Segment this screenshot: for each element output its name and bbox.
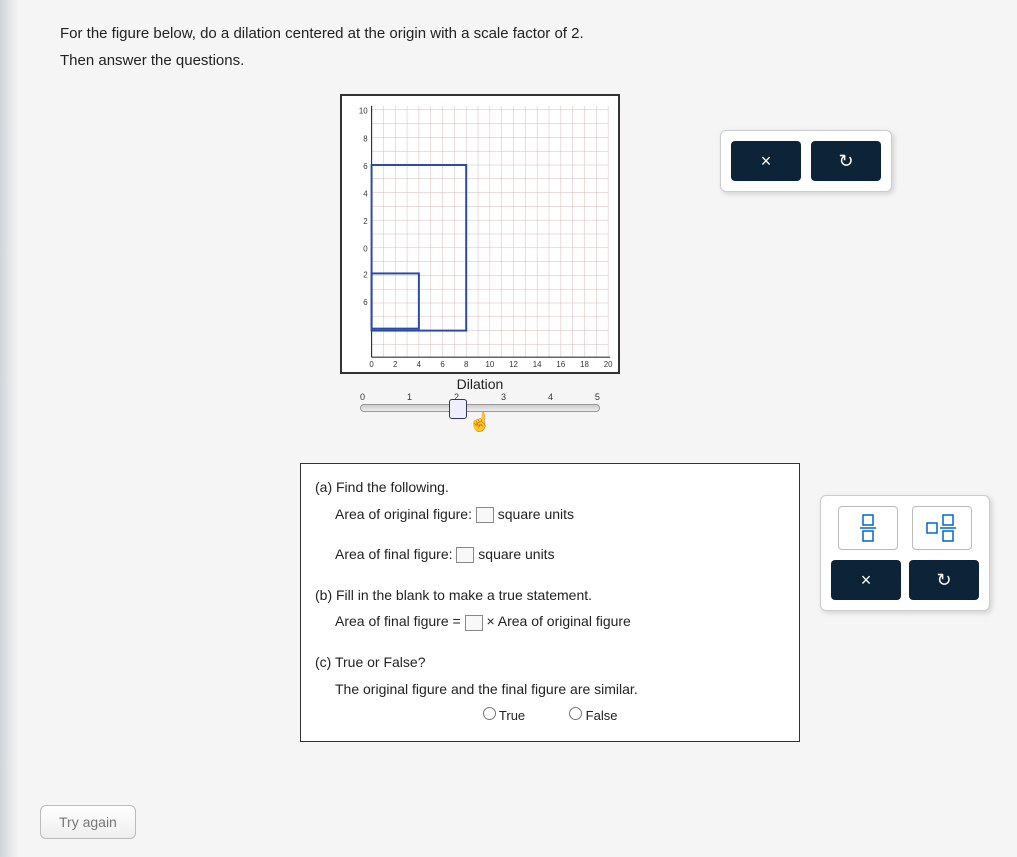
reset-button[interactable]: ↻	[811, 141, 881, 181]
question-a-title: (a) Find the following.	[315, 474, 785, 501]
svg-text:14: 14	[533, 360, 542, 369]
top-button-panel: × ↻	[720, 130, 892, 192]
questions-panel: (a) Find the following. Area of original…	[300, 463, 800, 742]
svg-text:6: 6	[440, 360, 445, 369]
svg-text:2: 2	[363, 217, 367, 226]
cursor-icon: ☝	[340, 412, 620, 433]
radio-false[interactable]: False	[569, 708, 617, 723]
svg-text:0: 0	[369, 360, 374, 369]
eq-right: × Area of original figure	[486, 613, 630, 629]
dilation-slider[interactable]	[360, 404, 600, 412]
svg-text:0: 0	[363, 245, 368, 254]
mixed-number-button[interactable]	[912, 506, 972, 550]
side-tool-panel: × ↻	[820, 495, 990, 611]
side-close-button[interactable]: ×	[831, 560, 901, 600]
svg-text:6: 6	[363, 162, 368, 171]
instruction-line-1: For the figure below, do a dilation cent…	[60, 20, 957, 47]
question-c-statement: The original figure and the final figure…	[335, 676, 785, 703]
dilation-label: Dilation	[340, 376, 620, 392]
dilation-graph[interactable]: 024 6810 121416 1820 1086 420 26	[340, 94, 620, 374]
units-final: square units	[478, 546, 554, 562]
svg-text:4: 4	[417, 360, 422, 369]
input-area-final[interactable]	[456, 547, 474, 563]
svg-text:6: 6	[363, 298, 368, 307]
input-area-original[interactable]	[476, 507, 494, 523]
slider-scale: 01 23 45	[360, 392, 600, 402]
svg-text:10: 10	[359, 107, 368, 116]
slider-handle[interactable]	[449, 399, 467, 419]
radio-true[interactable]: True	[483, 708, 526, 723]
close-button[interactable]: ×	[731, 141, 801, 181]
svg-text:20: 20	[604, 360, 613, 369]
svg-text:8: 8	[464, 360, 469, 369]
svg-text:10: 10	[485, 360, 494, 369]
label-area-original: Area of original figure:	[335, 506, 472, 522]
question-b-title: (b) Fill in the blank to make a true sta…	[315, 582, 785, 609]
svg-text:8: 8	[363, 134, 368, 143]
svg-text:16: 16	[556, 360, 565, 369]
eq-left: Area of final figure =	[335, 613, 461, 629]
input-scale-factor[interactable]	[465, 615, 483, 631]
units-original: square units	[498, 506, 574, 522]
side-reset-button[interactable]: ↻	[909, 560, 979, 600]
svg-text:4: 4	[363, 190, 368, 199]
instruction-line-2: Then answer the questions.	[60, 47, 957, 74]
svg-text:2: 2	[393, 360, 397, 369]
fraction-button[interactable]	[838, 506, 898, 550]
svg-text:18: 18	[580, 360, 589, 369]
question-c-title: (c) True or False?	[315, 649, 785, 676]
label-area-final: Area of final figure:	[335, 546, 453, 562]
svg-text:2: 2	[363, 270, 367, 279]
try-again-button[interactable]: Try again	[40, 805, 136, 839]
svg-text:12: 12	[509, 360, 518, 369]
